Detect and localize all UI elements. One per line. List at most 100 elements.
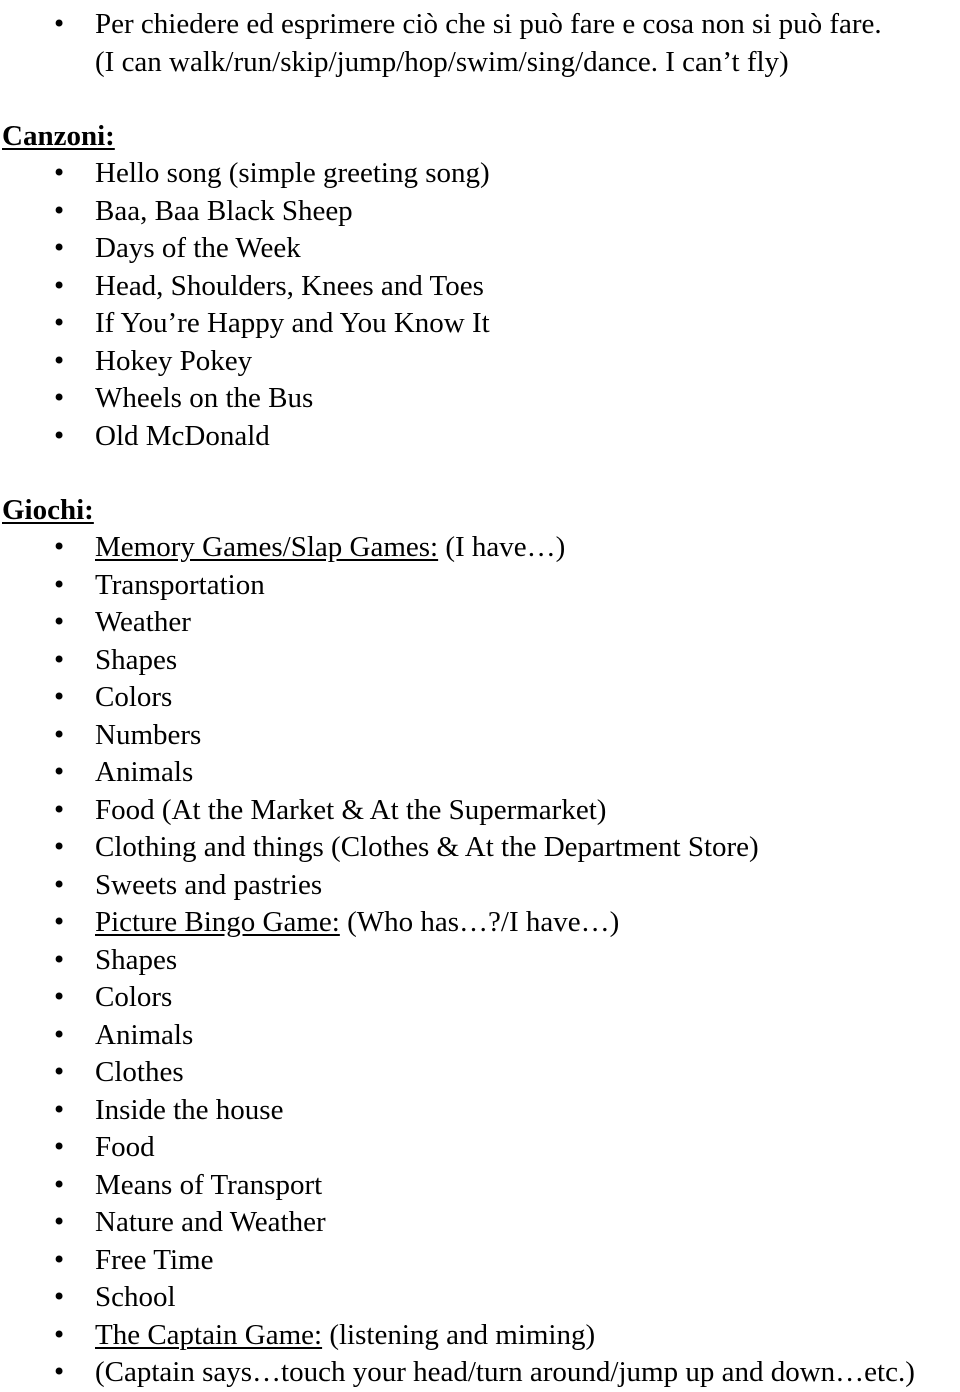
bullet-icon: • — [52, 346, 67, 375]
bullet-icon: • — [52, 1208, 67, 1236]
giochi-list: • Memory Games/Slap Games: (I have…) • T… — [0, 529, 960, 1392]
list-item-label: The Captain Game: (listening and miming) — [95, 1317, 960, 1355]
document-body: • Per chiedere ed esprimere ciò che si p… — [0, 0, 960, 1392]
bullet-icon: • — [52, 645, 67, 674]
bullet-icon: • — [52, 908, 67, 936]
canzoni-list: • Hello song (simple greeting song) • Ba… — [0, 155, 960, 455]
bullet-icon: • — [52, 421, 67, 450]
bullet-icon: • — [52, 1058, 67, 1086]
bullet-icon: • — [52, 234, 67, 262]
list-item: • Colors — [0, 679, 960, 717]
list-item-label: Free Time — [95, 1243, 214, 1276]
list-item: • Food — [0, 1129, 960, 1167]
list-item-label: If You’re Happy and You Know It — [95, 307, 490, 339]
list-item: • Picture Bingo Game: (Who has…?/I have…… — [0, 904, 960, 942]
bullet-icon: • — [52, 983, 67, 1011]
intro-list: • Per chiedere ed esprimere ciò che si p… — [0, 6, 960, 81]
bullet-icon: • — [52, 1095, 67, 1124]
section-heading-canzoni-label: Canzoni: — [2, 120, 115, 152]
list-item-label: Shapes — [95, 943, 178, 976]
list-item-suffix: (listening and miming) — [322, 1318, 596, 1351]
list-item-label: Days of the Week — [95, 232, 301, 264]
list-item: • Shapes — [0, 942, 960, 980]
bullet-icon: • — [52, 1020, 67, 1049]
intro-line-1: Per chiedere ed esprimere ciò che si può… — [95, 8, 882, 40]
list-item-underlined-prefix: Memory Games/Slap Games: — [95, 531, 439, 563]
list-item: • Colors — [0, 979, 960, 1017]
list-item-label: Picture Bingo Game: (Who has…?/I have…) — [95, 904, 960, 942]
list-item-label: Hokey Pokey — [95, 344, 253, 377]
list-item: • Transportation — [0, 567, 960, 605]
bullet-icon: • — [52, 608, 67, 636]
section-heading-giochi: Giochi: — [0, 492, 960, 529]
bullet-icon: • — [52, 271, 67, 300]
bullet-icon: • — [52, 570, 67, 599]
list-item: • Animals — [0, 754, 960, 792]
list-item-label: Colors — [95, 981, 173, 1013]
section-heading-canzoni: Canzoni: — [0, 118, 960, 155]
list-item: • Wheels on the Bus — [0, 380, 960, 418]
bullet-icon: • — [52, 533, 67, 561]
list-item: • Hello song (simple greeting song) — [0, 155, 960, 193]
list-item-underlined-prefix: The Captain Game: — [95, 1318, 323, 1351]
bullet-icon: • — [52, 683, 67, 711]
bullet-icon: • — [52, 1245, 67, 1274]
list-item: • The Captain Game: (listening and mimin… — [0, 1317, 960, 1355]
list-item: • Numbers — [0, 717, 960, 755]
list-item: • Per chiedere ed esprimere ciò che si p… — [0, 6, 960, 81]
list-item: • Free Time — [0, 1242, 960, 1280]
list-item-label: Food — [95, 1131, 155, 1163]
list-item-label: Head, Shoulders, Knees and Toes — [95, 269, 484, 302]
list-item-label: Numbers — [95, 718, 202, 751]
list-item-label: Clothes — [95, 1056, 184, 1088]
intro-line-2: (I can walk/run/skip/jump/hop/swim/sing/… — [95, 45, 789, 78]
bullet-icon: • — [52, 159, 67, 187]
list-item: • Memory Games/Slap Games: (I have…) — [0, 529, 960, 567]
list-item: • Inside the house — [0, 1092, 960, 1130]
bullet-icon: • — [52, 196, 67, 225]
list-item-label: Wheels on the Bus — [95, 382, 314, 414]
list-item-label: Baa, Baa Black Sheep — [95, 194, 353, 227]
list-item-underlined-prefix: Picture Bingo Game: — [95, 906, 340, 938]
bullet-icon: • — [52, 870, 67, 899]
list-item-label: Clothing and things (Clothes & At the De… — [95, 831, 759, 863]
list-item-label: Inside the house — [95, 1093, 284, 1126]
bullet-icon: • — [52, 833, 67, 861]
list-item: • Nature and Weather — [0, 1204, 960, 1242]
list-item-suffix: (Who has…?/I have…) — [339, 906, 620, 938]
list-item: • Days of the Week — [0, 230, 960, 268]
bullet-icon: • — [52, 795, 67, 824]
list-item-label: Weather — [95, 606, 191, 638]
bullet-icon: • — [52, 1133, 67, 1161]
list-item-label: Animals — [95, 756, 194, 788]
list-item-label: Animals — [95, 1018, 194, 1051]
list-item: • Head, Shoulders, Knees and Toes — [0, 268, 960, 306]
list-item: • Clothes — [0, 1054, 960, 1092]
list-item: • Animals — [0, 1017, 960, 1055]
list-item-label: Old McDonald — [95, 419, 270, 452]
list-item: • Sweets and pastries — [0, 867, 960, 905]
list-item: • Old McDonald — [0, 418, 960, 456]
list-item: • Shapes — [0, 642, 960, 680]
list-item: • If You’re Happy and You Know It — [0, 305, 960, 343]
list-item-label: Means of Transport — [95, 1168, 323, 1201]
list-item-label: Food (At the Market & At the Supermarket… — [95, 793, 607, 826]
list-item: • Means of Transport — [0, 1167, 960, 1205]
bullet-icon: • — [52, 945, 67, 974]
bullet-icon: • — [52, 309, 67, 337]
bullet-icon: • — [52, 384, 67, 412]
bullet-icon: • — [52, 758, 67, 786]
list-item-label: Sweets and pastries — [95, 868, 323, 901]
list-item-label: Colors — [95, 681, 173, 713]
list-item-label: Hello song (simple greeting song) — [95, 157, 490, 189]
bullet-icon: • — [52, 1283, 67, 1311]
list-item: • School — [0, 1279, 960, 1317]
list-item-label: Shapes — [95, 643, 178, 676]
list-item: • Hokey Pokey — [0, 343, 960, 381]
list-item: • Baa, Baa Black Sheep — [0, 193, 960, 231]
list-item: • Food (At the Market & At the Supermark… — [0, 792, 960, 830]
bullet-icon: • — [52, 10, 67, 38]
bullet-icon: • — [52, 1320, 67, 1349]
list-item-label: Memory Games/Slap Games: (I have…) — [95, 529, 960, 567]
